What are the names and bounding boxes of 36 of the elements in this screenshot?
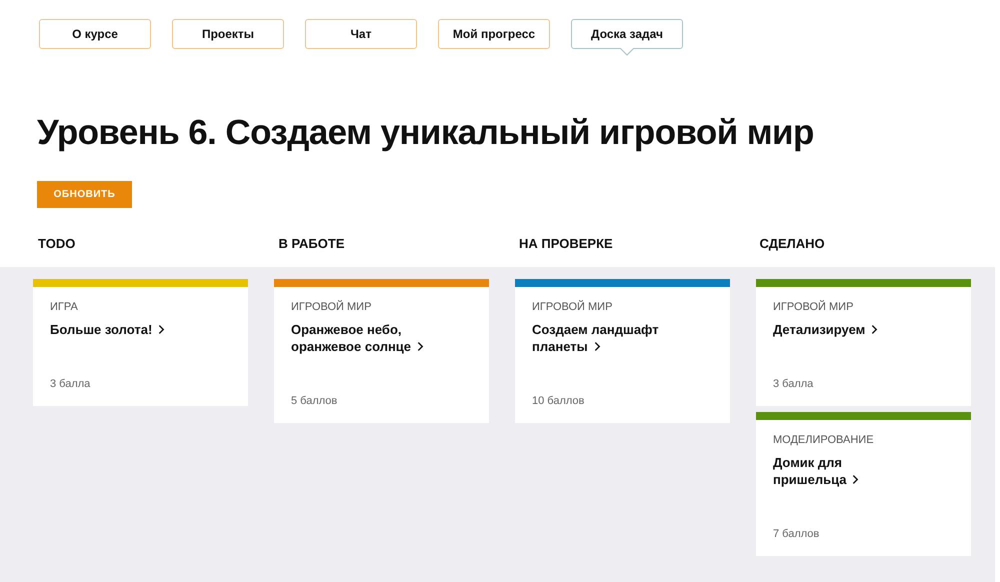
nav-tab[interactable]: Проекты xyxy=(172,19,284,49)
card-category: ИГРА xyxy=(50,301,78,313)
card-title[interactable]: Оранжевое небо, оранжевое солнце xyxy=(291,321,431,355)
task-card[interactable]: ИГРОВОЙ МИР Оранжевое небо, оранжевое солнце 5 баллов xyxy=(274,279,489,423)
column-title: НА ПРОВЕРКЕ xyxy=(519,236,613,251)
card-title[interactable]: Больше золота! xyxy=(50,321,190,338)
card-category: МОДЕЛИРОВАНИЕ xyxy=(773,434,874,446)
card-title[interactable]: Создаем ландшафт планеты xyxy=(532,321,672,355)
card-category: ИГРОВОЙ МИР xyxy=(773,301,854,313)
nav-tab[interactable]: О курсе xyxy=(39,19,151,49)
column-title: В РАБОТЕ xyxy=(278,236,344,251)
card-title[interactable]: Детализируем xyxy=(773,321,913,338)
card-category: ИГРОВОЙ МИР xyxy=(291,301,372,313)
nav-tab[interactable]: Мой прогресс xyxy=(438,19,550,49)
card-points: 3 балла xyxy=(773,378,814,390)
chevron-icon xyxy=(871,324,878,335)
task-card[interactable]: ИГРА Больше золота! 3 балла xyxy=(33,279,248,406)
column-title: TODO xyxy=(38,236,76,251)
task-card[interactable]: МОДЕЛИРОВАНИЕ Домик для пришельца 7 баллов xyxy=(756,412,971,556)
column-title: СДЕЛАНО xyxy=(760,236,825,251)
card-title[interactable]: Домик для пришельца xyxy=(773,454,913,488)
task-card[interactable]: ИГРОВОЙ МИР Детализируем 3 балла xyxy=(756,279,971,406)
chevron-icon xyxy=(158,324,166,335)
card-category: ИГРОВОЙ МИР xyxy=(532,301,612,313)
nav-tab[interactable]: Доска задач xyxy=(571,19,683,49)
task-card[interactable]: ИГРОВОЙ МИР Создаем ландшафт планеты 10 баллов xyxy=(515,279,730,423)
card-points: 7 баллов xyxy=(773,528,820,540)
card-points: 5 баллов xyxy=(291,395,338,407)
chevron-icon xyxy=(852,474,860,485)
card-points: 3 балла xyxy=(50,378,90,390)
chevron-icon xyxy=(594,341,601,352)
card-points: 10 баллов xyxy=(532,395,584,407)
chevron-icon xyxy=(417,341,424,352)
page-title: Уровень 6. Создаем уникальный игровой мир xyxy=(37,112,815,154)
tab-pointer-icon xyxy=(620,48,634,56)
nav-tab[interactable]: Чат xyxy=(305,19,417,49)
